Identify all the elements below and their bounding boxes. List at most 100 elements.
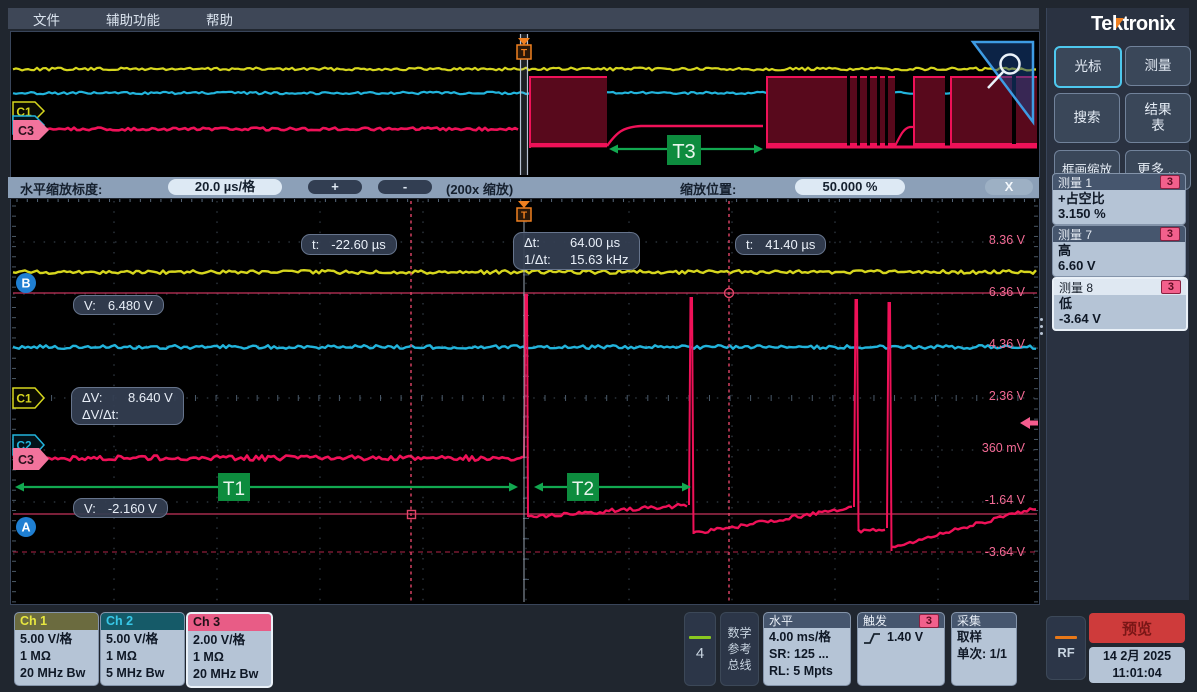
zoom-scale-value[interactable]: 20.0 µs/格 [168,179,282,195]
overview-ch3-label[interactable]: C3 [18,124,34,138]
search-button[interactable]: 搜索 [1054,93,1120,143]
measurement-8-source-badge: 3 [1161,280,1181,294]
math-wave-color-line [689,636,711,639]
measurement-8-value: -3.64 V [1059,311,1181,326]
channel-3-bandwidth: 20 MHz Bw [193,666,266,683]
acquisition-mode: 取样 [957,629,1011,646]
measurement-7-source-badge: 3 [1160,227,1180,241]
tektronix-logo-accent [1116,18,1124,29]
overview-trigger-label: T [521,48,527,59]
measurement-card-8[interactable]: 测量 83 低-3.64 V [1052,277,1188,331]
dv-value: 8.640 V [128,389,173,406]
datetime-badge[interactable]: 14 2月 2025 11:01:04 [1089,647,1185,683]
zoom-position-value[interactable]: 50.000 % [795,179,905,195]
channel-3-name: Ch 3 [188,614,271,631]
zoom-overview-icon[interactable] [973,42,1033,122]
zoom-out-button[interactable]: - [378,180,432,194]
search-button-label: 搜索 [1074,110,1101,126]
measurement-7-title: 测量 7 [1058,226,1160,243]
vscale-8v: 8.36 V [989,233,1025,251]
main-ch1-label[interactable]: C1 [16,392,32,406]
channel-3-impedance: 1 MΩ [193,649,266,666]
measurement-card-7[interactable]: 测量 73 高6.60 V [1052,225,1186,277]
main-trigger-arrow-icon[interactable] [518,201,530,208]
cursors-button[interactable]: 光标 [1054,46,1122,88]
overview-trigger-arrow-icon[interactable] [518,38,530,45]
panel-drag-handle[interactable] [1040,318,1044,339]
cursor-b-volt-label: V: [84,298,96,313]
cursor-b-time-label: t: [746,237,753,252]
main-waveform-display[interactable]: T B A C1 C2 C3 T1 T2 t: - [10,199,1040,605]
zoom-scale-label: 水平缩放标度: [20,179,102,198]
preview-button[interactable]: 预览 [1089,613,1185,643]
delta-volt-readout: ΔV:8.640 V ΔV/Δt: [71,387,184,425]
horizontal-scale: 4.00 ms/格 [769,629,845,646]
menu-bar: 文件 辅助功能 帮助 [8,8,1039,29]
horizontal-sample-rate: SR: 125 ... [769,646,845,663]
measurement-1-value: 3.150 % [1058,206,1180,221]
measurement-1-title: 测量 1 [1058,174,1160,191]
cursor-a-time-readout: t: -22.60 µs [301,234,397,255]
channel-2-scale: 5.00 V/格 [106,631,179,648]
rising-edge-icon [863,631,881,645]
t2-label: T2 [572,479,594,500]
channel-1-badge[interactable]: Ch 1 5.00 V/格 1 MΩ 20 MHz Bw [14,612,99,686]
cursor-a-time-label: t: [312,237,319,252]
time-label: 11:01:04 [1089,665,1185,682]
measurement-7-value: 6.60 V [1058,258,1180,273]
horizontal-settings-badge[interactable]: 水平 4.00 ms/格 SR: 125 ... RL: 5 Mpts [763,612,851,686]
cursor-b-handle[interactable] [725,289,734,298]
channel-3-badge[interactable]: Ch 3 2.00 V/格 1 MΩ 20 MHz Bw [186,612,273,688]
rf-color-line [1055,636,1077,639]
waveform-count: 4 [696,645,704,662]
cursor-b-badge[interactable]: B [21,277,30,291]
trigger-settings-badge[interactable]: 触发3 1.40 V [857,612,945,686]
channel-2-bandwidth: 5 MHz Bw [106,665,179,682]
cursor-b-time-value: 41.40 µs [765,237,815,252]
vscale-2v: 2.36 V [989,389,1025,407]
zoom-position-label: 缩放位置: [680,179,736,198]
cursor-b-volt-readout: V: 6.480 V [73,295,164,315]
channel-1-bandwidth: 20 MHz Bw [20,665,93,682]
cursor-a-volt-label: V: [84,501,96,516]
cursor-a-badge[interactable]: A [21,521,30,535]
main-ch3-label[interactable]: C3 [18,453,34,467]
dt-value: 64.00 µs [570,234,620,251]
measurement-8-name: 低 [1059,296,1181,311]
zoom-in-button[interactable]: + [308,180,362,194]
cursors-button-label: 光标 [1075,59,1102,75]
acquisition-title: 采集 [957,612,1011,629]
results-table-button-label: 结果表 [1142,102,1174,133]
menu-help[interactable]: 帮助 [206,9,233,29]
math-ref-bus-button[interactable]: 数学 参考 总线 [720,612,759,686]
cursor-a-time-value: -22.60 µs [331,237,385,252]
measurement-card-1[interactable]: 测量 13 +占空比3.150 % [1052,173,1186,225]
inv-dt-value: 15.63 kHz [570,251,629,268]
menu-file[interactable]: 文件 [33,9,60,29]
channel-2-impedance: 1 MΩ [106,648,179,665]
trigger-source-badge: 3 [919,614,939,628]
channel-1-name: Ch 1 [15,613,98,630]
acquisition-count: 单次: 1/1 [957,646,1011,663]
delta-time-readout: Δt:64.00 µs 1/Δt:15.63 kHz [513,232,640,270]
waveform-overview[interactable]: C1 C3 T T3 [10,31,1040,178]
oscilloscope-app: 文件 辅助功能 帮助 C1 C3 T T3 [0,0,1197,692]
t3-label: T3 [672,141,695,163]
zoom-close-button[interactable]: X [985,179,1033,195]
menu-utility[interactable]: 辅助功能 [106,9,160,29]
vscale-4v: 4.36 V [989,337,1025,355]
rf-button[interactable]: RF [1046,616,1086,680]
trigger-level-arrow-icon[interactable] [1020,417,1038,429]
channel-1-impedance: 1 MΩ [20,648,93,665]
channel-1-scale: 5.00 V/格 [20,631,93,648]
cursor-b-time-readout: t: 41.40 µs [735,234,826,255]
results-table-button[interactable]: 结果表 [1125,93,1191,143]
rf-label: RF [1057,645,1074,660]
acquisition-settings-badge[interactable]: 采集 取样 单次: 1/1 [951,612,1017,686]
channel-3-scale: 2.00 V/格 [193,632,266,649]
cursor-a-handle[interactable] [408,511,416,519]
measure-button[interactable]: 测量 [1125,46,1191,86]
channel-2-name: Ch 2 [101,613,184,630]
channel-2-badge[interactable]: Ch 2 5.00 V/格 1 MΩ 5 MHz Bw [100,612,185,686]
waveform-count-button[interactable]: 4 [684,612,716,686]
